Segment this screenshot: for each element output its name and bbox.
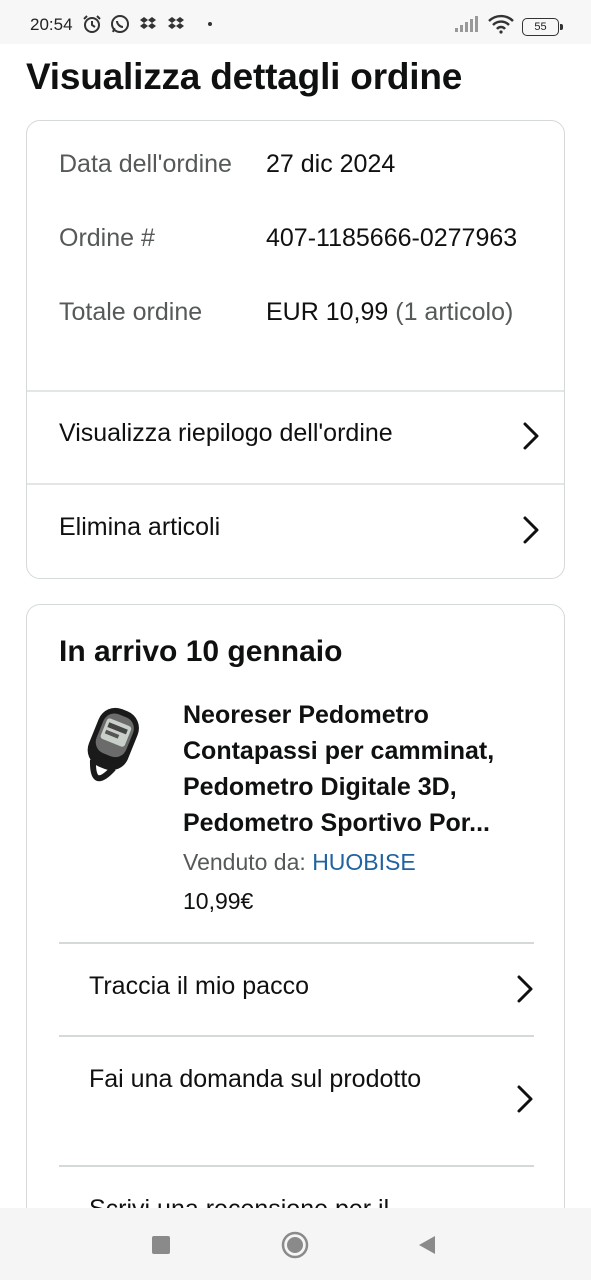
product-price: 10,99€ [183, 888, 254, 914]
alarm-icon [82, 14, 102, 34]
seller-info: Venduto da: HUOBISE [183, 849, 416, 876]
order-total-row: Totale ordine EUR 10,99 (1 articolo) [59, 294, 539, 368]
track-package-label: Traccia il mio pacco [89, 972, 309, 1000]
status-time: 20:54 [30, 15, 73, 34]
shipment-card: In arrivo 10 gennaio Neoreser Pedometro … [26, 604, 565, 1244]
notification-icons [82, 14, 212, 34]
delete-items-label: Elimina articoli [59, 513, 221, 541]
order-date-value: 27 dic 2024 [266, 150, 396, 178]
order-date-label: Data dell'ordine [59, 150, 232, 178]
order-total-value: EUR 10,99 [266, 298, 389, 326]
dropbox-icon [166, 14, 186, 34]
home-button[interactable] [280, 1230, 310, 1260]
page-title: Visualizza dettagli ordine [26, 56, 463, 97]
more-notifications-dot [208, 22, 212, 26]
system-navigation-bar [0, 1208, 591, 1280]
square-icon [152, 1236, 170, 1254]
recents-button[interactable] [146, 1230, 176, 1260]
seller-label: Venduto da: [183, 849, 306, 875]
ask-product-question-link[interactable]: Fai una domanda sul prodotto [89, 1036, 534, 1164]
chevron-right-icon [517, 975, 533, 1003]
arrival-date-heading: In arrivo 10 gennaio [59, 635, 343, 668]
order-number-value: 407-1185666-0277963 [266, 224, 518, 252]
view-order-summary-link[interactable]: Visualizza riepilogo dell'ordine [59, 391, 540, 483]
order-date-row: Data dell'ordine 27 dic 2024 [59, 146, 539, 220]
pedometer-image-icon [87, 707, 139, 782]
order-details-card: Data dell'ordine 27 dic 2024 Ordine # 40… [26, 120, 565, 579]
circle-icon [281, 1231, 309, 1259]
back-button[interactable] [412, 1230, 442, 1260]
seller-link[interactable]: HUOBISE [312, 849, 416, 875]
order-number-row: Ordine # 407-1185666-0277963 [59, 220, 539, 294]
chevron-right-icon [523, 516, 539, 544]
status-bar: 20:54 55 [0, 0, 591, 44]
order-total-label: Totale ordine [59, 298, 203, 326]
track-package-link[interactable]: Traccia il mio pacco [89, 943, 534, 1035]
order-total-items: (1 articolo) [395, 298, 514, 326]
chevron-right-icon [523, 422, 539, 450]
order-number-label: Ordine # [59, 224, 155, 252]
signal-icon [454, 15, 480, 38]
ask-product-question-label: Fai una domanda sul prodotto [89, 1065, 422, 1093]
system-icons: 55 [454, 14, 563, 39]
order-total-value-wrap: EUR 10,99 (1 articolo) [266, 294, 538, 331]
chevron-right-icon [517, 1085, 533, 1113]
back-triangle-icon [419, 1236, 435, 1254]
delete-items-link[interactable]: Elimina articoli [59, 485, 540, 577]
battery-icon: 55 [522, 17, 563, 36]
dropbox-icon [138, 14, 158, 34]
product-title[interactable]: Neoreser Pedometro Contapassi per cammin… [183, 697, 533, 841]
wifi-icon [488, 14, 514, 39]
view-order-summary-label: Visualizza riepilogo dell'ordine [59, 419, 393, 447]
whatsapp-icon [110, 14, 130, 34]
product-image[interactable] [73, 703, 145, 791]
